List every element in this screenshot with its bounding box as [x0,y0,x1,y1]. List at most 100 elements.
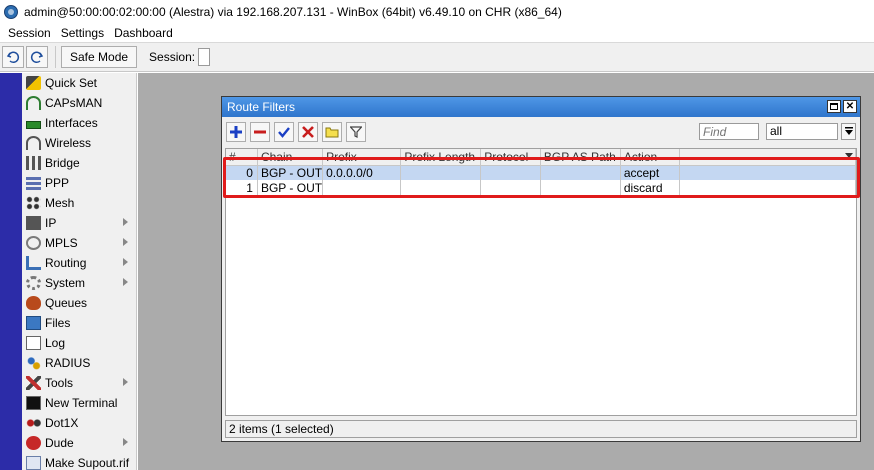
cell-protocol [480,180,541,195]
cell-action: accept [620,165,681,180]
sidebar-item-ip[interactable]: IP [22,213,136,233]
route-filters-title: Route Filters [227,100,296,114]
comment-button[interactable] [322,122,342,142]
menu-dashboard[interactable]: Dashboard [110,26,177,40]
column-header-chain[interactable]: Chain [257,149,324,166]
bridge-icon [26,156,41,170]
filter-button[interactable] [346,122,366,142]
maximize-button[interactable] [827,100,841,113]
chevron-right-icon [123,278,128,286]
sidebar-item-quick-set[interactable]: Quick Set [22,73,136,93]
sidebar-item-mpls[interactable]: MPLS [22,233,136,253]
sidebar-item-dot1x[interactable]: Dot1X [22,413,136,433]
remove-button[interactable] [250,122,270,142]
menu-session[interactable]: Session [4,26,55,40]
column-header-filler[interactable] [679,149,856,166]
sidebar-item-label: CAPsMAN [45,96,103,110]
table-row[interactable]: 0 BGP - OUT 0.0.0.0/0 accept [226,165,856,180]
sidebar-item-label: Bridge [45,156,80,170]
ip-icon [26,216,41,230]
sidebar-item-label: Queues [45,296,88,310]
column-header-number[interactable]: # [226,149,258,166]
close-button[interactable]: ✕ [843,100,857,113]
chevron-right-icon [123,258,128,266]
window-title: admin@50:00:00:02:00:00 (Alestra) via 19… [24,5,562,19]
column-header-action[interactable]: Action [620,149,681,166]
sidebar-item-make-supout-rif[interactable]: Make Supout.rif [22,453,136,470]
funnel-icon [350,126,362,138]
sidebar-item-dude[interactable]: Dude [22,433,136,453]
column-header-bgp-as-path[interactable]: BGP AS Path [540,149,621,166]
disable-button[interactable] [298,122,318,142]
sidebar-item-label: Mesh [45,196,75,210]
sidebar-item-label: Quick Set [45,76,98,90]
sidebar-item-wireless[interactable]: Wireless [22,133,136,153]
route-filters-titlebar[interactable]: Route Filters ✕ [222,97,860,117]
safe-mode-button[interactable]: Safe Mode [61,46,138,68]
cell-prefix: 0.0.0.0/0 [322,165,402,180]
route-filters-table: # Chain Prefix Prefix Length Protocol BG… [225,148,857,416]
sidebar-item-interfaces[interactable]: Interfaces [22,113,136,133]
toolbar-separator [55,46,56,68]
sidebar-item-ppp[interactable]: PPP [22,173,136,193]
column-header-prefix[interactable]: Prefix [322,149,402,166]
route-filters-toolbar: all [222,117,860,147]
sidebar-item-routing[interactable]: Routing [22,253,136,273]
sidebar-item-files[interactable]: Files [22,313,136,333]
cell-action: discard [620,180,681,195]
sidebar-item-radius[interactable]: RADIUS [22,353,136,373]
sidebar-item-label: PPP [45,176,70,190]
session-field[interactable] [198,48,211,66]
sidebar-item-label: IP [45,216,57,230]
sidebar-item-capsman[interactable]: CAPsMAN [22,93,136,113]
column-header-protocol[interactable]: Protocol [480,149,541,166]
chevron-right-icon [123,378,128,386]
cell-bgp-as-path [540,165,621,180]
checkmark-icon [278,127,290,138]
route-filters-window: Route Filters ✕ all [221,96,861,442]
cell-prefix-length [400,180,482,195]
undo-button[interactable] [2,46,24,68]
column-menu-icon [845,153,853,158]
log-icon [26,336,41,350]
sidebar-item-system[interactable]: System [22,273,136,293]
dude-icon [26,436,41,450]
enable-button[interactable] [274,122,294,142]
sidebar-item-log[interactable]: Log [22,333,136,353]
sidebar-item-label: RADIUS [45,356,91,370]
session-label: Session: [149,50,196,64]
cell-number: 1 [226,180,258,195]
chevron-right-icon [123,238,128,246]
cell-filler [679,180,856,195]
dot1x-icon [26,416,41,430]
maximize-icon [830,103,838,110]
sidebar-item-mesh[interactable]: Mesh [22,193,136,213]
table-row[interactable]: 1 BGP - OUT discard [226,180,856,195]
sidebar-item-bridge[interactable]: Bridge [22,153,136,173]
mesh-icon [26,196,41,210]
cell-prefix-length [400,165,482,180]
table-header-row: # Chain Prefix Prefix Length Protocol BG… [226,149,856,166]
column-header-prefix-length[interactable]: Prefix Length [400,149,482,166]
sidebar-item-queues[interactable]: Queues [22,293,136,313]
cell-protocol [480,165,541,180]
cell-number: 0 [226,165,258,180]
sidebar-item-label: New Terminal [45,396,118,410]
sidebar-item-new-terminal[interactable]: New Terminal [22,393,136,413]
sidebar: Quick Set CAPsMAN Interfaces Wireless Bridge… [22,73,137,470]
redo-icon [30,51,44,64]
sidebar-item-label: System [45,276,86,290]
sidebar-item-label: Routing [45,256,87,270]
filter-select[interactable]: all [766,123,838,140]
interfaces-icon [26,120,41,129]
sidebar-item-tools[interactable]: Tools [22,373,136,393]
sidebar-item-label: Log [45,336,66,350]
filter-dropdown-button[interactable] [841,123,856,140]
sidebar-item-label: Files [45,316,71,330]
add-button[interactable] [226,122,246,142]
chevron-right-icon [123,438,128,446]
mpls-icon [26,236,41,250]
find-input[interactable] [699,123,759,140]
redo-button[interactable] [26,46,48,68]
menu-settings[interactable]: Settings [57,26,108,40]
